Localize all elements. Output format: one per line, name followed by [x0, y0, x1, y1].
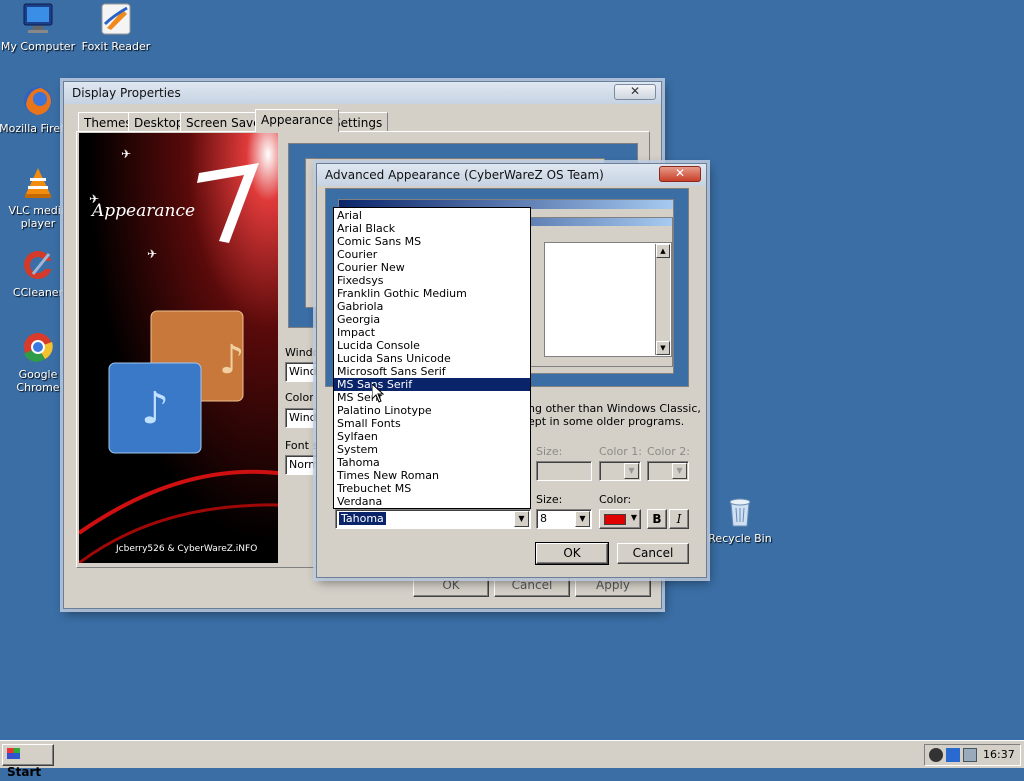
chevron-down-icon[interactable]: ▼: [575, 511, 590, 527]
font-list-item[interactable]: Lucida Console: [334, 339, 530, 352]
svg-text:✈: ✈: [121, 147, 131, 161]
font-list-item[interactable]: Microsoft Sans Serif: [334, 365, 530, 378]
bold-button[interactable]: B: [647, 509, 667, 529]
font-list-item[interactable]: Sylfaen: [334, 430, 530, 443]
info-text-line1: ng other than Windows Classic,: [528, 402, 701, 415]
desktop-icon-label: My Computer: [0, 40, 76, 53]
color2-picker[interactable]: ▼: [647, 461, 689, 481]
computer-icon: [21, 2, 55, 36]
firefox-icon: [21, 84, 55, 118]
font-list-item[interactable]: Arial Black: [334, 222, 530, 235]
italic-button[interactable]: I: [669, 509, 689, 529]
desktop-icon-my-computer[interactable]: My Computer: [0, 2, 78, 53]
font-list-item[interactable]: MS Sans Serif: [334, 378, 530, 391]
color2-label: Color 2:: [647, 445, 690, 458]
font-list-item[interactable]: MS Serif: [334, 391, 530, 404]
font-select[interactable]: Tahoma ▼: [335, 509, 531, 529]
banner-credit: Jcberry526 & CyberWareZ.iNFO: [116, 544, 258, 554]
banner-art: ♪ ♪ ✈ ✈ ✈: [79, 133, 278, 563]
windows-logo-icon: [7, 748, 20, 759]
font-select-value: Tahoma: [339, 512, 386, 525]
chevron-down-icon: ▼: [630, 513, 637, 522]
start-button[interactable]: Start: [2, 744, 54, 779]
font-color-picker[interactable]: ▼: [599, 509, 641, 529]
close-button[interactable]: ✕: [614, 84, 656, 100]
font-list-item[interactable]: Courier New: [334, 261, 530, 274]
font-dropdown-list[interactable]: Arial Arial Black Comic Sans MS Courier Cour…: [333, 207, 531, 509]
color1-label: Color 1:: [599, 445, 642, 458]
font-list-item[interactable]: Lucida Sans Unicode: [334, 352, 530, 365]
font-list-item[interactable]: System: [334, 443, 530, 456]
dialog-title: Advanced Appearance (CyberWareZ OS Team): [325, 168, 604, 182]
font-size-select[interactable]: 8 ▼: [536, 509, 592, 529]
clock: 16:37: [983, 748, 1015, 761]
system-tray: 16:37: [924, 744, 1021, 766]
font-list-item[interactable]: Franklin Gothic Medium: [334, 287, 530, 300]
network-icon[interactable]: [929, 748, 943, 762]
font-color-label: Color:: [599, 493, 632, 506]
font-list-item[interactable]: Comic Sans MS: [334, 235, 530, 248]
svg-text:✈: ✈: [147, 247, 157, 261]
monitor-tray-icon[interactable]: [963, 748, 977, 762]
font-list-item[interactable]: Arial: [334, 209, 530, 222]
font-list-item[interactable]: Small Fonts: [334, 417, 530, 430]
recycle-bin-icon: [723, 494, 757, 528]
chart-tray-icon[interactable]: [946, 748, 960, 762]
item-size-label: Size:: [536, 445, 563, 458]
font-list-item[interactable]: Gabriola: [334, 300, 530, 313]
tab-appearance[interactable]: Appearance: [255, 109, 340, 132]
foxit-icon: [99, 2, 133, 36]
font-size-label: Size:: [536, 493, 563, 506]
svg-text:♪: ♪: [219, 337, 245, 383]
color1-picker[interactable]: ▼: [599, 461, 641, 481]
chrome-icon: [21, 330, 55, 364]
desktop-icon-foxit[interactable]: Foxit Reader: [76, 2, 156, 53]
font-list-item[interactable]: Verdana: [334, 495, 530, 508]
start-label: Start: [7, 765, 42, 779]
mouse-cursor: [371, 382, 385, 406]
svg-text:♪: ♪: [141, 383, 169, 434]
ccleaner-icon: [21, 248, 55, 282]
appearance-banner: ♪ ♪ ✈ ✈ ✈ Appearance Jcberry526 & CyberW…: [79, 133, 278, 563]
font-list-item[interactable]: Impact: [334, 326, 530, 339]
window-title: Display Properties: [72, 86, 181, 100]
font-list-item[interactable]: Courier: [334, 248, 530, 261]
font-list-item[interactable]: Trebuchet MS: [334, 482, 530, 495]
close-button[interactable]: ✕: [659, 166, 701, 182]
desktop-icon-label: Foxit Reader: [81, 40, 151, 53]
cancel-button[interactable]: Cancel: [617, 543, 689, 564]
desktop-icon-label: Recycle Bin: [708, 532, 772, 545]
font-list-item[interactable]: Tahoma: [334, 456, 530, 469]
font-color-swatch: [604, 514, 626, 525]
font-list-item[interactable]: Times New Roman: [334, 469, 530, 482]
display-properties-titlebar[interactable]: Display Properties: [64, 82, 661, 104]
vlc-icon: [21, 166, 55, 200]
font-list-item[interactable]: Palatino Linotype: [334, 404, 530, 417]
advanced-appearance-titlebar[interactable]: Advanced Appearance (CyberWareZ OS Team): [317, 164, 706, 186]
scroll-down-arrow[interactable]: ▼: [656, 341, 670, 355]
item-size-stepper[interactable]: [536, 461, 592, 481]
chevron-down-icon[interactable]: ▼: [514, 511, 529, 527]
desktop-icon-recycle-bin[interactable]: Recycle Bin: [700, 494, 780, 545]
font-list-item[interactable]: Fixedsys: [334, 274, 530, 287]
info-text-line2: ept in some older programs.: [528, 415, 685, 428]
taskbar: Start 16:37: [0, 740, 1024, 779]
font-size-value: 8: [540, 512, 547, 525]
scroll-up-arrow[interactable]: ▲: [656, 244, 670, 258]
ok-button[interactable]: OK: [535, 542, 609, 565]
banner-title: Appearance: [92, 201, 196, 221]
font-list-item[interactable]: Georgia: [334, 313, 530, 326]
